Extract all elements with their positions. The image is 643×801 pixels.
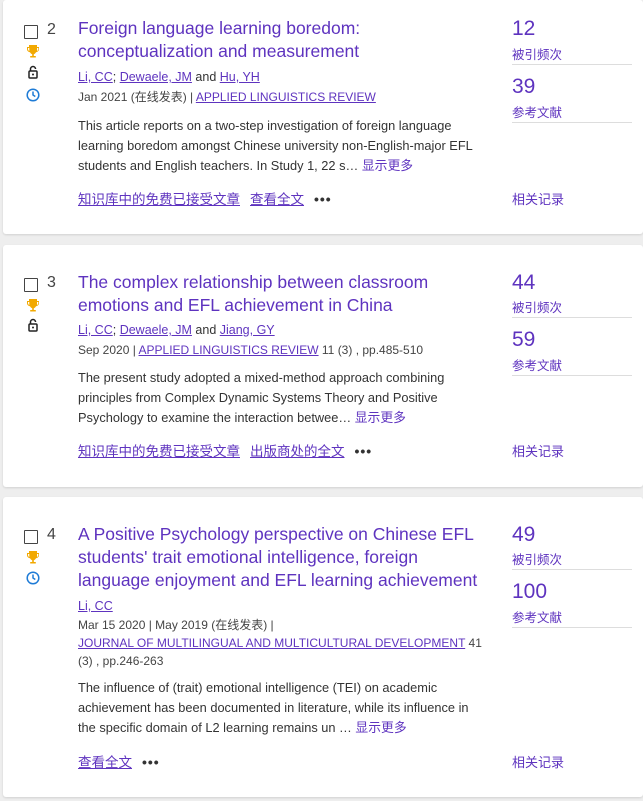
record-authors: Li, CC	[78, 599, 113, 613]
unlock-icon	[28, 65, 38, 79]
record-index: 3	[47, 274, 56, 291]
author-link[interactable]: Dewaele, JM	[120, 323, 192, 337]
title-line: The complex relationship between classro…	[78, 272, 429, 292]
abstract-line: the specific domain of L2 learning remai…	[78, 720, 352, 735]
journal-link[interactable]: APPLIED LINGUISTICS REVIEW	[139, 343, 319, 357]
author-separator: ;	[112, 323, 120, 337]
reference-count[interactable]: 39	[512, 75, 535, 99]
title-line: students' trait emotional intelligence, …	[78, 547, 418, 567]
view-full-text-link[interactable]: 查看全文	[78, 755, 132, 770]
title-line: conceptualization and measurement	[78, 41, 360, 61]
related-records-link[interactable]: 相关记录	[512, 752, 564, 771]
author-separator: ;	[112, 70, 120, 84]
more-options-icon[interactable]: •••	[314, 191, 332, 207]
abstract-line: students and English teachers. In Study …	[78, 158, 359, 173]
reference-label: 参考文献	[512, 106, 563, 120]
record-authors: Li, CC; Dewaele, JM and Jiang, GY	[78, 323, 275, 337]
record-card: 4 A Positive Psychology perspective on C…	[3, 497, 643, 797]
view-full-text-link[interactable]: 查看全文	[250, 192, 304, 207]
publication-date: Mar 15 2020 | May 2019 (在线发表) |	[78, 618, 274, 632]
abstract-line: The present study adopted a mixed-method…	[78, 370, 445, 385]
reference-label: 参考文献	[512, 611, 563, 625]
title-line: Foreign language learning boredom:	[78, 18, 361, 38]
record-links: 查看全文 •••	[78, 751, 160, 771]
reference-label: 参考文献	[512, 359, 563, 373]
abstract-line: Psychology to examine the interaction be…	[78, 410, 352, 425]
author-link[interactable]: Jiang, GY	[220, 323, 275, 337]
journal-volume: 11 (3) , pp.485-510	[318, 343, 424, 357]
title-line: emotions and EFL achievement in China	[78, 295, 393, 315]
record-card: 3 The complex relationship between class…	[3, 245, 643, 487]
trophy-icon	[27, 45, 39, 58]
publication-date: Sep 2020 |	[78, 343, 139, 357]
record-meta: Sep 2020 | APPLIED LINGUISTICS REVIEW 11…	[78, 341, 488, 359]
record-title[interactable]: Foreign language learning boredom: conce…	[78, 17, 488, 63]
unlock-icon	[28, 318, 38, 332]
clock-icon	[26, 571, 40, 585]
more-options-icon[interactable]: •••	[142, 754, 160, 770]
related-records-link[interactable]: 相关记录	[512, 189, 564, 208]
select-checkbox[interactable]	[24, 530, 38, 544]
author-link[interactable]: Dewaele, JM	[120, 70, 192, 84]
record-authors: Li, CC; Dewaele, JM and Hu, YH	[78, 70, 260, 84]
select-checkbox[interactable]	[24, 25, 38, 39]
citation-label: 被引频次	[512, 301, 563, 315]
record-index: 4	[47, 526, 56, 543]
journal-link[interactable]: JOURNAL OF MULTILINGUAL AND MULTICULTURA…	[78, 636, 465, 650]
abstract-line: principles from Complex Dynamic Systems …	[78, 390, 438, 405]
select-checkbox[interactable]	[24, 278, 38, 292]
reference-count[interactable]: 100	[512, 580, 547, 604]
record-meta: Jan 2021 (在线发表) | APPLIED LINGUISTICS RE…	[78, 88, 488, 106]
show-more-link[interactable]: 显示更多	[355, 720, 406, 735]
author-link[interactable]: Li, CC	[78, 70, 113, 84]
author-separator: and	[191, 323, 220, 337]
record-links: 知识库中的免费已接受文章 查看全文 •••	[78, 188, 332, 208]
record-meta: Mar 15 2020 | May 2019 (在线发表) | JOURNAL …	[78, 616, 488, 670]
metric-divider	[512, 317, 632, 318]
metric-divider	[512, 569, 632, 570]
metric-divider	[512, 64, 632, 65]
abstract-line: achievement has been documented in liter…	[78, 700, 469, 715]
trophy-icon	[27, 551, 39, 564]
show-more-link[interactable]: 显示更多	[355, 410, 406, 425]
free-accepted-article-link[interactable]: 知识库中的免费已接受文章	[78, 444, 240, 459]
author-separator: and	[191, 70, 220, 84]
author-link[interactable]: Li, CC	[78, 323, 113, 337]
abstract-line: learning boredom amongst Chinese univers…	[78, 138, 473, 153]
title-line: A Positive Psychology perspective on Chi…	[78, 524, 474, 544]
record-card: 2 Foreign language learning boredom: con…	[3, 0, 643, 234]
show-more-link[interactable]: 显示更多	[362, 158, 413, 173]
metric-divider	[512, 627, 632, 628]
record-title[interactable]: A Positive Psychology perspective on Chi…	[78, 523, 488, 592]
title-line: language enjoyment and EFL learning achi…	[78, 570, 478, 590]
record-index: 2	[47, 21, 56, 38]
metric-divider	[512, 375, 632, 376]
more-options-icon[interactable]: •••	[355, 443, 373, 459]
citation-label: 被引频次	[512, 553, 563, 567]
citation-count[interactable]: 12	[512, 17, 535, 41]
trophy-icon	[27, 299, 39, 312]
free-accepted-article-link[interactable]: 知识库中的免费已接受文章	[78, 192, 240, 207]
clock-icon	[26, 88, 40, 102]
author-link[interactable]: Li, CC	[78, 599, 113, 613]
reference-count[interactable]: 59	[512, 328, 535, 352]
journal-link[interactable]: APPLIED LINGUISTICS REVIEW	[196, 90, 376, 104]
abstract-line: The influence of (trait) emotional intel…	[78, 680, 438, 695]
citation-count[interactable]: 44	[512, 271, 535, 295]
record-abstract: The influence of (trait) emotional intel…	[78, 678, 488, 738]
record-title[interactable]: The complex relationship between classro…	[78, 271, 488, 317]
publication-date: Jan 2021 (在线发表) |	[78, 90, 196, 104]
citation-count[interactable]: 49	[512, 523, 535, 547]
record-links: 知识库中的免费已接受文章 出版商处的全文 •••	[78, 440, 372, 460]
publisher-full-text-link[interactable]: 出版商处的全文	[250, 444, 345, 459]
record-abstract: This article reports on a two-step inves…	[78, 116, 488, 176]
citation-label: 被引频次	[512, 48, 563, 62]
record-abstract: The present study adopted a mixed-method…	[78, 368, 488, 428]
metric-divider	[512, 122, 632, 123]
abstract-line: This article reports on a two-step inves…	[78, 118, 452, 133]
author-link[interactable]: Hu, YH	[220, 70, 260, 84]
related-records-link[interactable]: 相关记录	[512, 441, 564, 460]
